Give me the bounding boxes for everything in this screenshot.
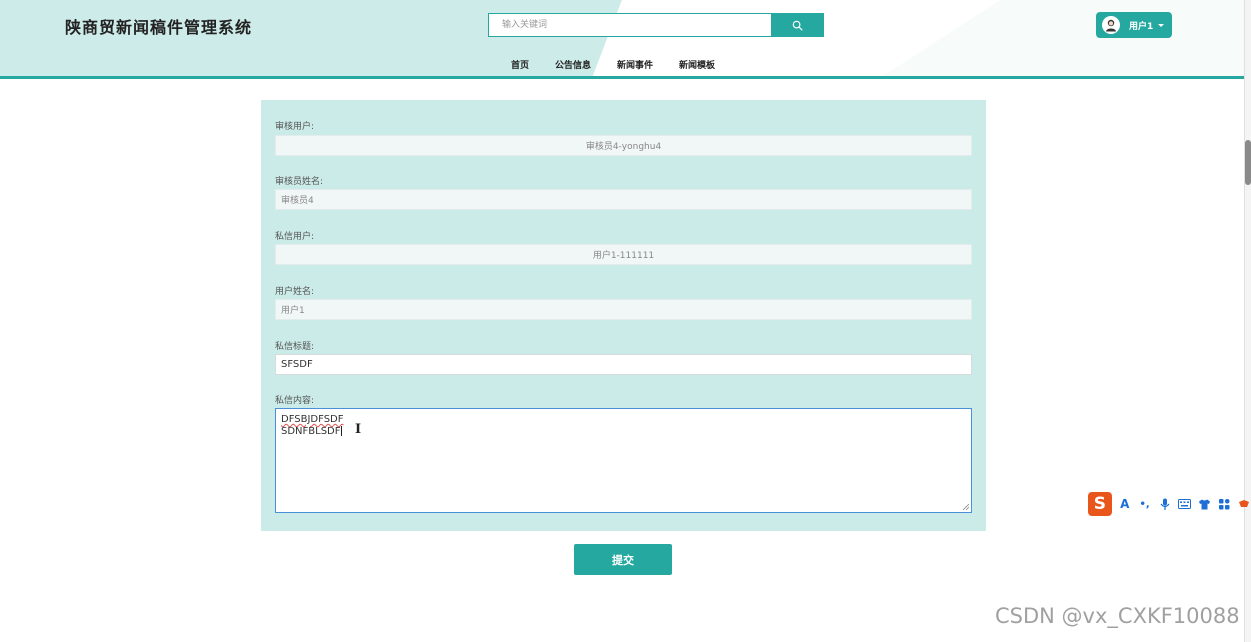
ime-punctuation-toggle[interactable]: •, (1138, 499, 1152, 510)
chevron-down-icon (1158, 23, 1165, 27)
message-content-textarea[interactable]: DFSBJDFSDF SDNFBLSDF (275, 408, 972, 513)
nav-item-news-templates[interactable]: 新闻模板 (679, 58, 715, 71)
main-nav: 首页 公告信息 新闻事件 新闻模板 (511, 58, 741, 71)
grid-icon[interactable] (1217, 498, 1231, 510)
content-line-1: DFSBJDFSDF (281, 414, 344, 425)
i-beam-cursor-icon: I (355, 422, 362, 437)
reviewer-name-label: 审核员姓名: (275, 177, 324, 187)
page-scrollbar[interactable] (1244, 0, 1251, 642)
search-icon (792, 20, 803, 30)
recipient-user-field[interactable]: 用户1-111111 (275, 244, 972, 265)
resize-grip-icon[interactable] (962, 503, 969, 510)
mic-icon[interactable] (1158, 498, 1172, 511)
recipient-user-label: 私信用户: (275, 232, 315, 242)
avatar (1102, 16, 1120, 34)
user-name: 用户1 (1129, 21, 1154, 32)
text-caret (340, 426, 342, 436)
page: 陕商贸新闻稿件管理系统 用户1 首页 公告 (0, 0, 1251, 642)
scrollbar-thumb[interactable] (1245, 140, 1251, 185)
ime-logo[interactable]: S (1088, 492, 1112, 516)
nav-item-announcements[interactable]: 公告信息 (555, 58, 591, 71)
ime-toolbar: S A •, (1088, 491, 1251, 517)
reviewer-user-label: 审核用户: (275, 122, 315, 132)
content-line-2: SDNFBLSDF (281, 426, 966, 438)
submit-button[interactable]: 提交 (574, 544, 672, 575)
message-title-input[interactable]: SFSDF (275, 354, 972, 375)
nav-item-news-events[interactable]: 新闻事件 (617, 58, 653, 71)
ime-language-toggle[interactable]: A (1118, 497, 1132, 511)
site-title: 陕商贸新闻稿件管理系统 (65, 18, 253, 37)
header-divider (0, 76, 1251, 79)
nav-item-home[interactable]: 首页 (511, 58, 529, 71)
search-input[interactable] (488, 13, 772, 37)
watermark: CSDN @vx_CXKF10088 (995, 604, 1240, 628)
user-name-label: 用户姓名: (275, 287, 315, 297)
user-menu-button[interactable]: 用户1 (1096, 12, 1172, 38)
message-content-label: 私信内容: (275, 396, 315, 406)
search-button[interactable] (771, 13, 824, 37)
user-avatar-icon (1106, 19, 1116, 32)
tools-icon[interactable] (1237, 499, 1251, 509)
reviewer-name-field[interactable]: 审核员4 (275, 189, 972, 210)
header: 陕商贸新闻稿件管理系统 用户1 首页 公告 (0, 0, 1251, 80)
reviewer-user-field[interactable]: 审核员4-yonghu4 (275, 135, 972, 156)
user-name-field[interactable]: 用户1 (275, 299, 972, 320)
keyboard-icon[interactable] (1177, 499, 1191, 509)
content-line-2-text: SDNFBLSDF (281, 426, 341, 437)
message-form: 审核用户: 审核员4-yonghu4 审核员姓名: 审核员4 私信用户: 用户1… (261, 100, 986, 531)
message-title-label: 私信标题: (275, 342, 315, 352)
search-box (488, 13, 824, 37)
shirt-icon[interactable] (1197, 499, 1211, 510)
